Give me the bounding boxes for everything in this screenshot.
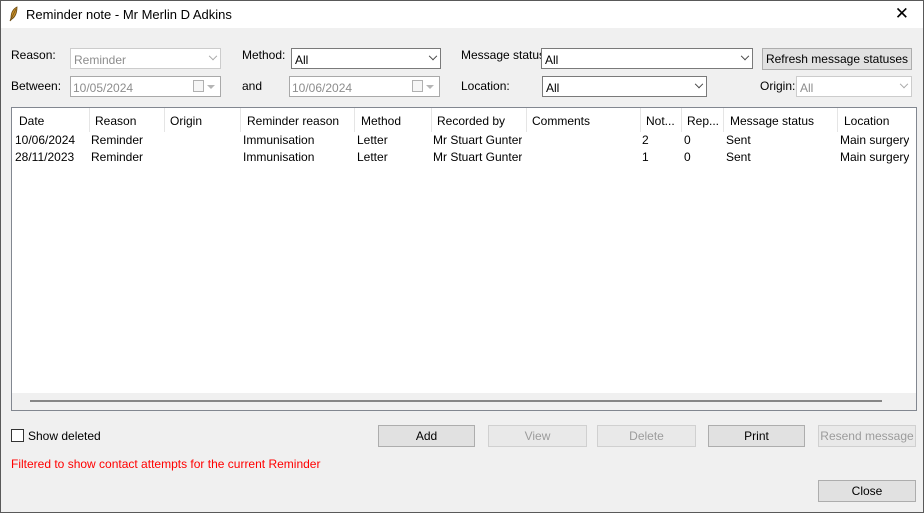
resend-message-button[interactable]: Resend message <box>818 425 916 447</box>
method-value: All <box>295 53 309 67</box>
origin-dropdown: All <box>796 76 912 97</box>
cell-message-status: Sent <box>726 133 751 147</box>
refresh-message-statuses-button[interactable]: Refresh message statuses <box>762 48 912 70</box>
column-header-comments[interactable]: Comments <box>525 108 641 132</box>
cell-location: Main surgery <box>840 150 910 164</box>
chevron-down-icon <box>208 51 218 61</box>
view-button[interactable]: View <box>488 425 587 447</box>
filter-notice: Filtered to show contact attempts for th… <box>11 457 321 471</box>
chevron-down-icon <box>428 51 438 61</box>
add-button[interactable]: Add <box>378 425 475 447</box>
cell-method: Letter <box>357 150 388 164</box>
from-date-value: 10/05/2024 <box>73 81 134 95</box>
cell-message-status: Sent <box>726 150 751 164</box>
column-header-not[interactable]: Not... <box>639 108 682 132</box>
to-date-value: 10/06/2024 <box>292 81 353 95</box>
cell-reason: Reminder <box>91 150 144 164</box>
show-deleted-label[interactable]: Show deleted <box>28 429 101 443</box>
calendar-icon <box>193 80 204 92</box>
print-button[interactable]: Print <box>708 425 805 447</box>
show-deleted-checkbox[interactable] <box>11 429 24 442</box>
column-header-recorded-by[interactable]: Recorded by <box>430 108 527 132</box>
table-row[interactable]: 10/06/2024 Reminder Immunisation Letter … <box>12 133 916 150</box>
message-status-label: Message status: <box>461 48 549 62</box>
chevron-down-icon <box>899 79 909 89</box>
close-button[interactable]: Close <box>818 480 916 502</box>
cell-rep: 0 <box>684 133 691 147</box>
column-header-method[interactable]: Method <box>354 108 432 132</box>
reason-label: Reason: <box>11 48 56 62</box>
cell-date: 28/11/2023 <box>15 150 75 164</box>
cell-rep: 0 <box>684 150 691 164</box>
close-window-icon[interactable]: ✕ <box>895 5 909 22</box>
column-header-message-status[interactable]: Message status <box>723 108 838 132</box>
chevron-down-icon <box>207 85 215 89</box>
delete-button[interactable]: Delete <box>597 425 696 447</box>
table-header: Date Reason Origin Reminder reason Metho… <box>12 108 916 132</box>
cell-reminder-reason: Immunisation <box>243 150 315 164</box>
chevron-down-icon <box>740 51 750 61</box>
location-dropdown[interactable]: All <box>542 76 707 97</box>
app-feather-icon <box>8 6 20 22</box>
and-label: and <box>242 79 263 93</box>
chevron-down-icon <box>426 85 434 89</box>
chevron-down-icon <box>694 79 704 89</box>
location-label: Location: <box>461 79 510 93</box>
title-bar: Reminder note - Mr Merlin D Adkins ✕ <box>1 1 923 28</box>
cell-not: 1 <box>642 150 649 164</box>
message-status-dropdown[interactable]: All <box>541 48 753 69</box>
cell-not: 2 <box>642 133 649 147</box>
column-header-reminder-reason[interactable]: Reminder reason <box>240 108 355 132</box>
reason-dropdown: Reminder <box>70 48 221 69</box>
window-title: Reminder note - Mr Merlin D Adkins <box>26 7 232 22</box>
reminder-note-window: Reminder note - Mr Merlin D Adkins ✕ Rea… <box>0 0 924 513</box>
calendar-icon <box>412 80 423 92</box>
column-header-origin[interactable]: Origin <box>163 108 241 132</box>
column-header-location[interactable]: Location <box>837 108 916 132</box>
reason-value: Reminder <box>74 53 127 67</box>
cell-location: Main surgery <box>840 133 910 147</box>
column-header-date[interactable]: Date <box>12 108 90 132</box>
horizontal-scrollbar[interactable] <box>12 393 916 410</box>
cell-recorded-by: Mr Stuart Gunter <box>433 133 523 147</box>
method-label: Method: <box>242 48 286 62</box>
column-header-reason[interactable]: Reason <box>88 108 165 132</box>
to-date-picker: 10/06/2024 <box>289 76 440 97</box>
message-status-value: All <box>545 53 559 67</box>
cell-method: Letter <box>357 133 388 147</box>
table-row[interactable]: 28/11/2023 Reminder Immunisation Letter … <box>12 150 916 167</box>
origin-label: Origin: <box>760 79 796 93</box>
origin-value: All <box>800 81 814 95</box>
scrollbar-thumb[interactable] <box>30 400 882 402</box>
contact-attempts-table: Date Reason Origin Reminder reason Metho… <box>11 107 917 411</box>
cell-reason: Reminder <box>91 133 144 147</box>
method-dropdown[interactable]: All <box>291 48 441 69</box>
cell-reminder-reason: Immunisation <box>243 133 315 147</box>
cell-date: 10/06/2024 <box>15 133 76 147</box>
column-header-rep[interactable]: Rep... <box>680 108 724 132</box>
from-date-picker: 10/05/2024 <box>70 76 221 97</box>
location-value: All <box>546 81 560 95</box>
cell-recorded-by: Mr Stuart Gunter <box>433 150 523 164</box>
between-label: Between: <box>11 79 62 93</box>
